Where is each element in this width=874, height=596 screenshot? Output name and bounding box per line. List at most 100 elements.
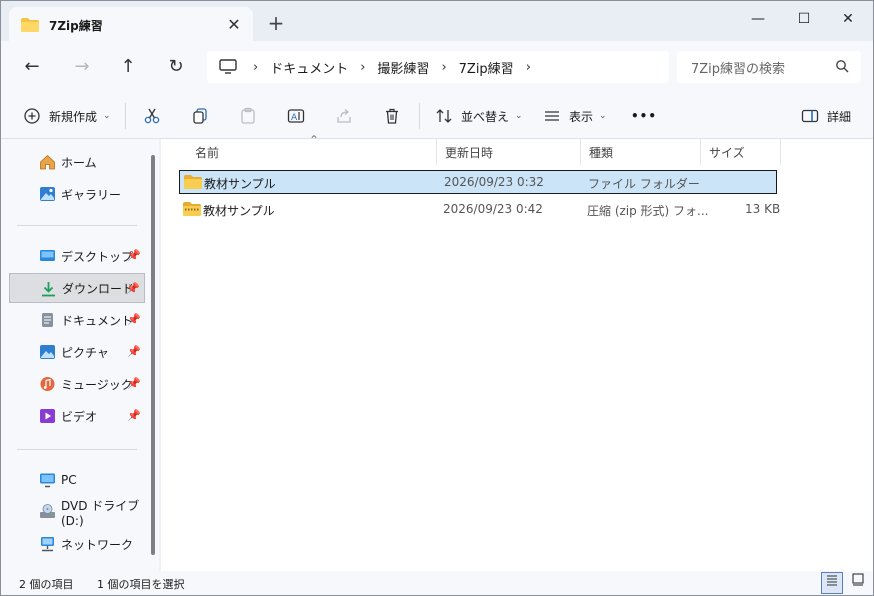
clipboard-icon [239, 107, 257, 125]
column-header-modified[interactable]: 更新日時 [437, 139, 581, 165]
search-input[interactable]: 7Zip練習の検索 [677, 51, 861, 83]
navigation-pane: ホーム ギャラリー デスクトップ 📌 ダウンロード 📌 ドキュメント 📌 ピクチ… [1, 139, 159, 571]
view-button[interactable]: 表示 ⌄ [543, 103, 607, 129]
refresh-button[interactable]: ↻ [161, 53, 191, 81]
breadcrumb-7zip[interactable]: 7Zip練習 [459, 58, 514, 77]
sidebar-item-pc[interactable]: › PC [9, 465, 145, 495]
sidebar-label: デスクトップ [61, 249, 134, 264]
sidebar-label: ビデオ [61, 409, 98, 424]
forward-button[interactable]: → [67, 53, 97, 81]
new-button[interactable]: 新規作成 ⌄ [23, 103, 111, 129]
share-button[interactable] [335, 103, 361, 129]
sidebar-item-documents[interactable]: ドキュメント 📌 [9, 305, 145, 335]
sidebar-label: ホーム [61, 155, 97, 170]
minimize-button[interactable]: — [735, 5, 781, 33]
sidebar-label: ピクチャ [61, 345, 109, 360]
search-icon [835, 59, 849, 73]
dvd-drive-icon [39, 504, 56, 520]
column-header-size[interactable]: サイズ [701, 139, 781, 165]
tab-close-button[interactable]: ✕ [225, 16, 243, 34]
share-icon [335, 107, 353, 125]
sort-icon [435, 107, 453, 125]
tab-7zip[interactable]: 7Zip練習 ✕ [9, 7, 253, 43]
pin-icon[interactable]: 📌 [127, 313, 141, 326]
pin-icon[interactable]: 📌 [127, 249, 141, 262]
details-pane-button[interactable]: 詳細 [801, 103, 851, 129]
selection-count: 1 個の項目を選択 [97, 578, 185, 591]
chevron-down-icon: ⌄ [515, 111, 523, 121]
rename-button[interactable]: A [287, 103, 313, 129]
sidebar-label: ネットワーク [61, 537, 134, 552]
breadcrumb-documents[interactable]: ドキュメント [270, 58, 348, 77]
pin-icon[interactable]: 📌 [126, 282, 140, 295]
cut-button[interactable] [143, 103, 169, 129]
file-size: 13 KB [745, 202, 781, 216]
view-label: 表示 [569, 109, 594, 124]
sidebar-label: ミュージック [61, 377, 133, 392]
sidebar-label: ダウンロード [62, 281, 135, 296]
video-icon [39, 408, 56, 424]
sidebar-label: PC [61, 473, 77, 487]
computer-icon[interactable] [219, 59, 237, 75]
column-header-name[interactable]: 名前 [187, 139, 437, 165]
sidebar-item-downloads[interactable]: ダウンロード 📌 [9, 273, 145, 303]
sort-label: 並べ替え [461, 109, 510, 124]
sidebar-item-desktop[interactable]: デスクトップ 📌 [9, 241, 145, 271]
details-view-button[interactable] [821, 572, 843, 594]
back-button[interactable]: ← [17, 53, 47, 81]
file-name: 教材サンプル [204, 177, 276, 191]
sidebar-item-music[interactable]: ミュージック 📌 [9, 369, 145, 399]
sidebar-item-network[interactable]: › ネットワーク [9, 529, 145, 559]
sidebar-item-videos[interactable]: ビデオ 📌 [9, 401, 145, 431]
more-options-button[interactable]: ••• [631, 103, 657, 129]
sidebar-label: ドキュメント [61, 313, 134, 328]
copy-button[interactable] [191, 103, 217, 129]
new-tab-button[interactable]: + [265, 13, 287, 35]
pc-icon [39, 472, 56, 488]
list-view-icon [543, 107, 561, 125]
sidebar-item-gallery[interactable]: ギャラリー [9, 179, 145, 209]
zip-folder-icon [183, 202, 201, 216]
chevron-down-icon: ⌄ [103, 111, 111, 121]
sidebar-label: ギャラリー [61, 187, 122, 202]
status-bar: 2 個の項目 1 個の項目を選択 [1, 571, 873, 595]
network-icon [39, 536, 56, 552]
divider [17, 225, 137, 226]
sidebar-item-home[interactable]: ホーム [9, 147, 145, 177]
divider [17, 449, 137, 450]
pin-icon[interactable]: 📌 [127, 345, 141, 358]
column-header-type[interactable]: 種類 [581, 139, 701, 165]
breadcrumb-separator[interactable]: › [360, 60, 365, 75]
tiles-view-button[interactable] [847, 572, 869, 594]
command-bar: 新規作成 ⌄ A 並べ替え ⌄ 表示 ⌄ ••• 詳細 [1, 93, 873, 139]
divider [125, 103, 126, 129]
breadcrumb-separator[interactable]: › [253, 60, 258, 75]
pictures-icon [39, 344, 56, 360]
breadcrumb-satsuei[interactable]: 撮影練習 [377, 58, 429, 77]
address-bar[interactable]: › ドキュメント › 撮影練習 › 7Zip練習 › [207, 51, 669, 83]
gallery-icon [39, 186, 56, 202]
delete-button[interactable] [383, 103, 409, 129]
up-button[interactable]: ↑ [113, 53, 143, 81]
close-button[interactable]: ✕ [825, 5, 871, 33]
navigation-bar: ← → ↑ ↻ › ドキュメント › 撮影練習 › 7Zip練習 › 7Zip練… [1, 41, 873, 93]
details-pane-icon [801, 107, 819, 125]
folder-icon [184, 175, 202, 189]
file-modified: 2026/09/23 0:32 [444, 175, 544, 189]
folder-icon [21, 18, 39, 32]
pin-icon[interactable]: 📌 [127, 409, 141, 422]
table-row[interactable]: 教材サンプル 2026/09/23 0:32 ファイル フォルダー [179, 170, 777, 194]
maximize-button[interactable]: ☐ [781, 5, 827, 33]
table-row[interactable]: 教材サンプル 2026/09/23 0:42 圧縮 (zip 形式) フォ...… [179, 198, 781, 222]
download-icon [40, 281, 57, 297]
breadcrumb-separator[interactable]: › [441, 60, 446, 75]
scissors-icon [143, 107, 161, 125]
sidebar-item-dvd-drive[interactable]: › DVD ドライブ (D:) [9, 497, 145, 528]
sort-button[interactable]: 並べ替え ⌄ [435, 103, 523, 129]
sidebar-scrollbar[interactable] [151, 155, 155, 555]
breadcrumb-separator[interactable]: › [526, 60, 531, 75]
pin-icon[interactable]: 📌 [127, 377, 141, 390]
item-count: 2 個の項目 [19, 578, 74, 591]
sidebar-item-pictures[interactable]: ピクチャ 📌 [9, 337, 145, 367]
paste-button[interactable] [239, 103, 265, 129]
